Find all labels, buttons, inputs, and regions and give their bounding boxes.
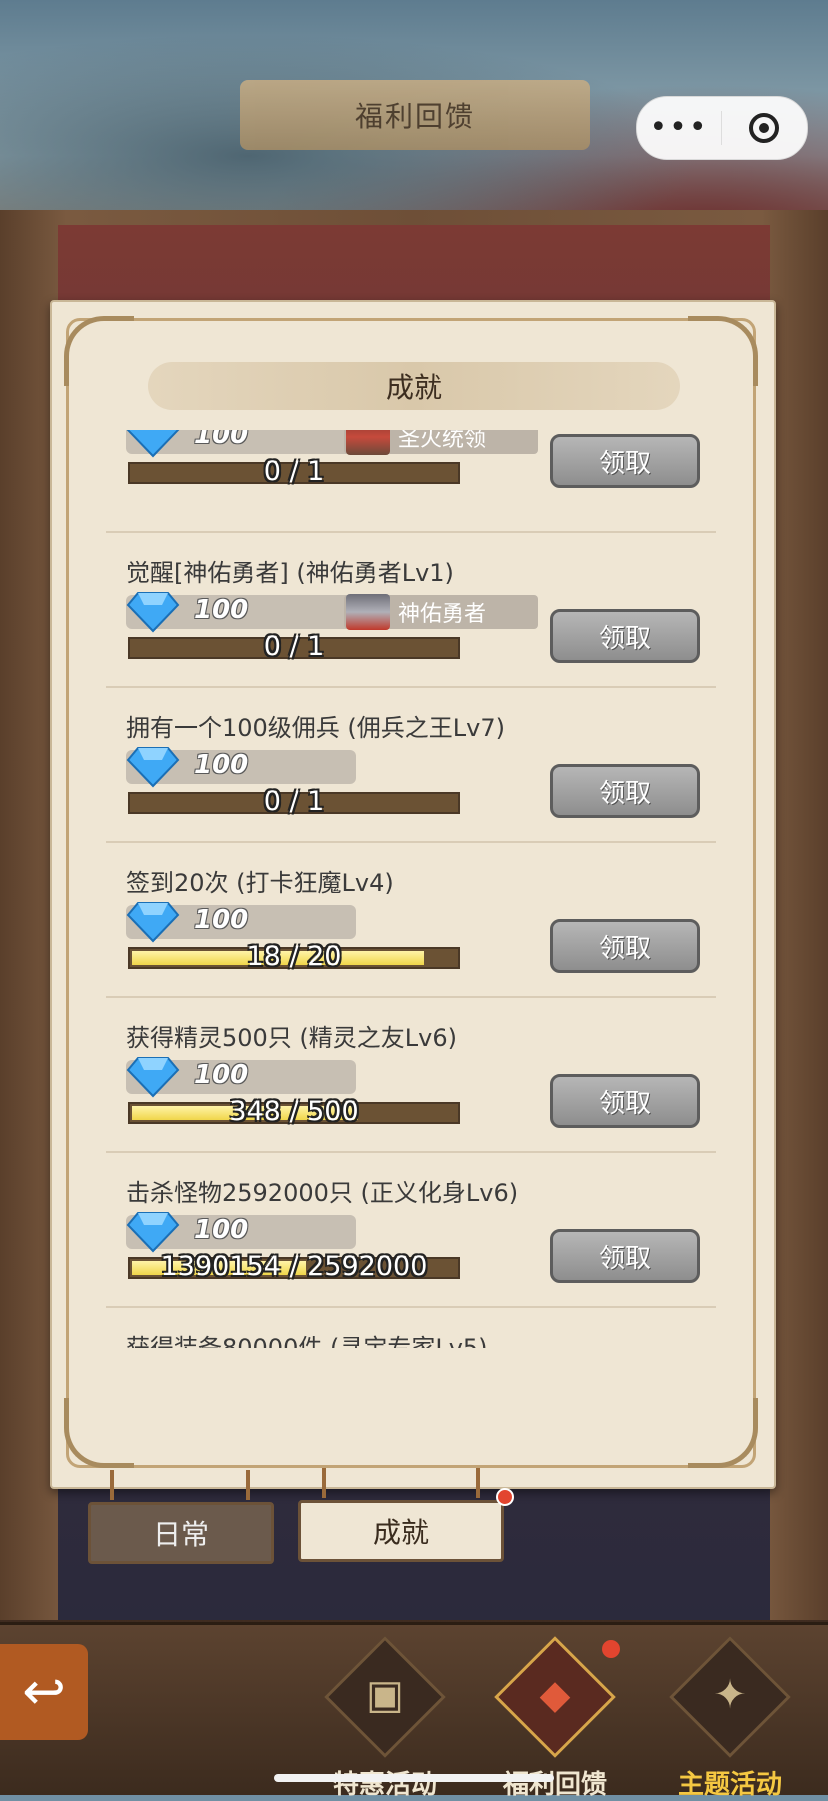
progress-text: 18 / 20 xyxy=(246,941,342,972)
notification-dot xyxy=(602,1640,620,1658)
achievement-title: 获得精灵500只 (精灵之友Lv6) xyxy=(126,1024,458,1052)
nav-welfare[interactable]: ◆ 福利回馈 xyxy=(490,1636,620,1800)
reward-amount: 100 xyxy=(194,905,249,935)
hero-avatar-icon xyxy=(346,430,390,455)
nav-label: 福利回馈 xyxy=(502,1770,607,1800)
claim-button[interactable]: 领取 xyxy=(550,434,700,488)
achievement-row: 击杀怪物2592000只 (正义化身Lv6) 100 1390154 / 259… xyxy=(106,1153,716,1308)
diamond-icon xyxy=(126,902,180,943)
gift-box-icon: ◆ xyxy=(539,1672,571,1718)
tab-rope xyxy=(246,1470,250,1500)
reward-amount: 100 xyxy=(194,750,249,780)
diamond-icon xyxy=(126,1057,180,1098)
reward-amount: 100 xyxy=(194,595,249,625)
achievement-title: 击杀怪物2592000只 (正义化身Lv6) xyxy=(126,1179,519,1207)
progress-text: 348 / 500 xyxy=(229,1096,359,1127)
more-dots-icon[interactable]: ••• xyxy=(637,113,721,143)
reward-amount: 100 xyxy=(194,430,249,450)
achievement-row: 获得精灵500只 (精灵之友Lv6) 100 348 / 500 领取 xyxy=(106,998,716,1153)
progress-text: 1390154 / 2592000 xyxy=(160,1251,428,1282)
party-popper-icon: ✦ xyxy=(713,1672,747,1718)
achievement-title: 签到20次 (打卡狂魔Lv4) xyxy=(126,869,394,897)
diamond-icon xyxy=(126,747,180,788)
hero-avatar-icon xyxy=(346,594,390,630)
reward-item-label: 神佑勇者 xyxy=(398,602,487,627)
nav-special-offer[interactable]: ▣ 特惠活动 xyxy=(320,1636,450,1800)
claim-button[interactable]: 领取 xyxy=(550,1074,700,1128)
tab-daily-label: 日常 xyxy=(152,1518,209,1551)
reward-item: 圣火统领 xyxy=(344,430,538,455)
tab-achievement[interactable]: 成就 xyxy=(298,1500,504,1562)
tab-daily[interactable]: 日常 xyxy=(88,1502,274,1564)
back-arrow-icon[interactable]: ↩ xyxy=(0,1644,88,1740)
miniprogram-capsule: ••• xyxy=(636,96,808,160)
claim-button[interactable]: 领取 xyxy=(550,764,700,818)
claim-button[interactable]: 领取 xyxy=(550,1229,700,1283)
achievement-row: 觉醒[神佑勇者] (神佑勇者Lv1) 100 神佑勇者 0 / 1 领取 xyxy=(106,533,716,688)
achievement-title: 觉醒[神佑勇者] (神佑勇者Lv1) xyxy=(126,559,454,587)
diamond-icon xyxy=(126,430,180,458)
home-indicator xyxy=(274,1774,554,1782)
reward-amount: 100 xyxy=(194,1215,249,1245)
achievement-list[interactable]: 100 圣火统领 0 / 1 领取 觉醒[神佑勇者] (神佑勇者Lv1) 100… xyxy=(106,430,716,1348)
section-header: 成就 xyxy=(148,362,680,410)
reward-amount: 100 xyxy=(194,1060,249,1090)
page-title: 福利回馈 xyxy=(240,80,590,150)
tab-rope xyxy=(322,1468,326,1498)
claim-button[interactable]: 领取 xyxy=(550,919,700,973)
diamond-icon xyxy=(126,1212,180,1253)
page-title-text: 福利回馈 xyxy=(354,100,475,133)
nav-theme-event[interactable]: ✦ 主题活动 xyxy=(665,1636,795,1800)
tab-achievement-label: 成就 xyxy=(372,1516,429,1549)
achievement-row: 100 圣火统领 0 / 1 领取 xyxy=(106,430,716,533)
tab-rope xyxy=(110,1470,114,1500)
achievement-row: 拥有一个100级佣兵 (佣兵之王Lv7) 100 0 / 1 领取 xyxy=(106,688,716,843)
achievement-row: 获得装备80000件 (寻宝专家Lv5) xyxy=(106,1308,716,1348)
nav-label: 主题活动 xyxy=(677,1770,782,1800)
reward-item: 神佑勇者 xyxy=(344,594,538,630)
section-title: 成就 xyxy=(385,371,442,404)
progress-text: 0 / 1 xyxy=(263,786,325,817)
notification-dot xyxy=(496,1488,514,1506)
nav-label: 特惠活动 xyxy=(332,1770,437,1800)
achievement-title: 拥有一个100级佣兵 (佣兵之王Lv7) xyxy=(126,714,506,742)
achievement-title: 获得装备80000件 (寻宝专家Lv5) xyxy=(126,1334,488,1348)
progress-text: 0 / 1 xyxy=(263,456,325,487)
reward-item-label: 圣火统领 xyxy=(398,430,487,452)
record-target-icon[interactable] xyxy=(722,113,806,143)
treasure-chest-icon: ▣ xyxy=(366,1672,404,1718)
diamond-icon xyxy=(126,592,180,633)
progress-text: 0 / 1 xyxy=(263,631,325,662)
tab-rope xyxy=(476,1468,480,1498)
achievement-row: 签到20次 (打卡狂魔Lv4) 100 18 / 20 领取 xyxy=(106,843,716,998)
claim-button[interactable]: 领取 xyxy=(550,609,700,663)
